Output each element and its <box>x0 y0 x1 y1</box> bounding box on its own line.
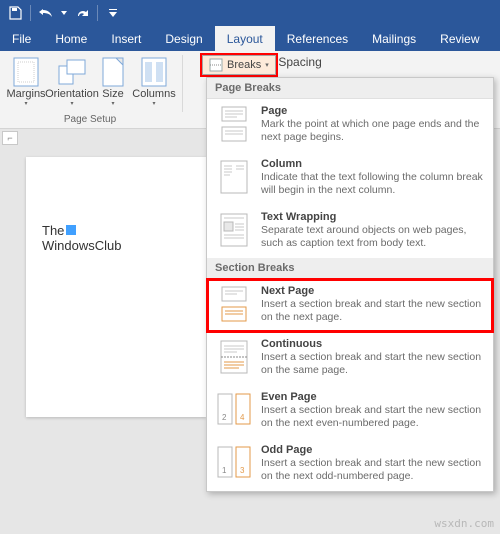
margins-button[interactable]: Margins▾ <box>4 54 48 109</box>
odd-page-icon: 13 <box>217 444 251 482</box>
size-icon <box>102 56 124 88</box>
menu-item-odd-page[interactable]: 13 Odd PageInsert a section break and st… <box>207 438 493 491</box>
menu-item-continuous[interactable]: ContinuousInsert a section break and sta… <box>207 332 493 385</box>
tab-design[interactable]: Design <box>153 26 214 51</box>
redo-icon[interactable] <box>71 2 93 24</box>
columns-icon <box>141 56 167 88</box>
menu-header-page-breaks: Page Breaks <box>207 78 493 99</box>
document-page[interactable]: The WindowsClub <box>26 157 206 417</box>
breaks-dropdown-menu: Page Breaks PageMark the point at which … <box>206 77 494 492</box>
chevron-down-icon: ▾ <box>111 100 114 107</box>
menu-item-column[interactable]: ColumnIndicate that the text following t… <box>207 152 493 205</box>
ribbon-tabstrip: File Home Insert Design Layout Reference… <box>0 26 500 51</box>
chevron-down-icon: ▾ <box>70 100 73 107</box>
breaks-icon <box>209 58 223 72</box>
next-page-icon <box>217 285 251 323</box>
undo-dropdown-icon[interactable] <box>59 2 69 24</box>
group-separator <box>182 55 183 112</box>
breaks-button[interactable]: Breaks ▾ <box>202 55 276 75</box>
tab-file[interactable]: File <box>0 26 43 51</box>
orientation-icon <box>57 56 87 88</box>
columns-button[interactable]: Columns▾ <box>132 54 176 109</box>
chevron-down-icon: ▾ <box>152 100 155 107</box>
menu-header-section-breaks: Section Breaks <box>207 258 493 279</box>
svg-text:4: 4 <box>240 413 245 422</box>
save-icon[interactable] <box>4 2 26 24</box>
quick-access-toolbar <box>0 0 500 26</box>
tab-references[interactable]: References <box>275 26 360 51</box>
logo-square-icon <box>66 225 76 235</box>
page-break-icon <box>217 105 251 143</box>
svg-text:2: 2 <box>222 413 227 422</box>
menu-item-text-wrapping[interactable]: Text WrappingSeparate text around object… <box>207 205 493 258</box>
chevron-down-icon: ▾ <box>265 61 269 69</box>
svg-text:3: 3 <box>240 466 245 475</box>
menu-item-page[interactable]: PageMark the point at which one page end… <box>207 99 493 152</box>
brand-text: The WindowsClub <box>42 223 190 253</box>
tab-mailings[interactable]: Mailings <box>360 26 428 51</box>
group-label-page-setup: Page Setup <box>4 113 176 127</box>
menu-item-next-page[interactable]: Next PageInsert a section break and star… <box>207 279 493 332</box>
margins-icon <box>13 56 39 88</box>
watermark: wsxdn.com <box>434 517 494 530</box>
continuous-icon <box>217 338 251 376</box>
menu-item-even-page[interactable]: 24 Even PageInsert a section break and s… <box>207 385 493 438</box>
tab-home[interactable]: Home <box>43 26 99 51</box>
tab-insert[interactable]: Insert <box>99 26 153 51</box>
separator <box>30 5 31 21</box>
even-page-icon: 24 <box>217 391 251 429</box>
highlight-breaks: Breaks ▾ <box>200 53 278 77</box>
tab-layout[interactable]: Layout <box>215 26 275 51</box>
customize-qat-icon[interactable] <box>102 2 124 24</box>
text-wrapping-icon <box>217 211 251 249</box>
tab-review[interactable]: Review <box>428 26 491 51</box>
ruler-corner[interactable]: ⌐ <box>2 131 18 145</box>
column-break-icon <box>217 158 251 196</box>
separator <box>97 5 98 21</box>
document-area: ⌐ The WindowsClub Page Breaks PageMark t… <box>0 129 500 534</box>
group-page-setup: Margins▾ Orientation▾ Size▾ Columns▾ Pag… <box>0 51 180 128</box>
undo-icon[interactable] <box>35 2 57 24</box>
orientation-button[interactable]: Orientation▾ <box>50 54 94 109</box>
svg-text:1: 1 <box>222 466 227 475</box>
chevron-down-icon: ▾ <box>24 100 27 107</box>
size-button[interactable]: Size▾ <box>96 54 130 109</box>
